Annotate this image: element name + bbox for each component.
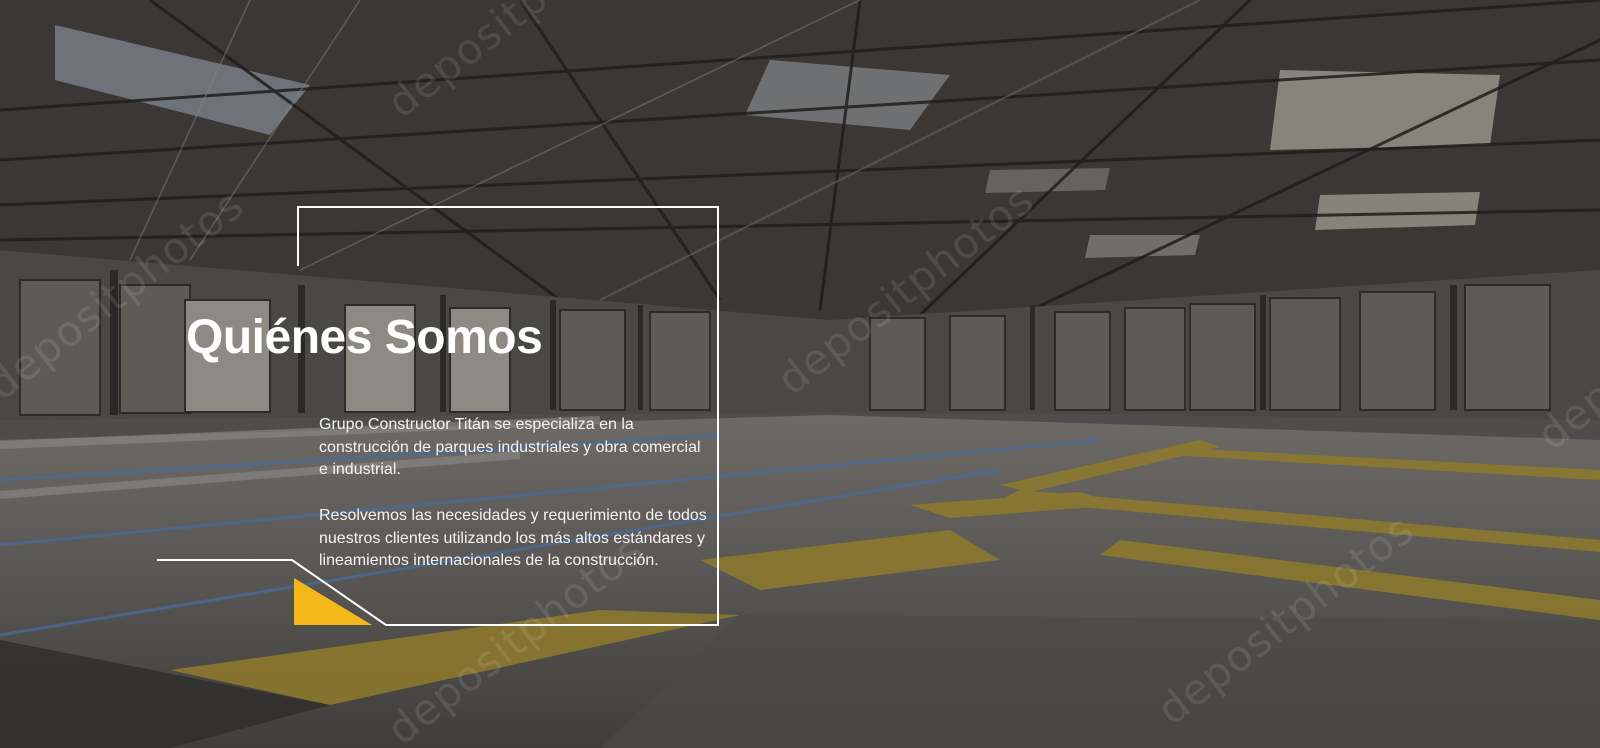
decorative-frame bbox=[157, 206, 719, 626]
section-title: Quiénes Somos bbox=[186, 311, 543, 364]
yellow-triangle-accent bbox=[294, 578, 372, 625]
intro-paragraph: Grupo Constructor Titán se especializa e… bbox=[319, 416, 701, 478]
mission-paragraph: Resolvemos las necesidades y requerimien… bbox=[319, 507, 707, 569]
hero-section: depositphotos depositphotos depositphoto… bbox=[0, 0, 1600, 748]
